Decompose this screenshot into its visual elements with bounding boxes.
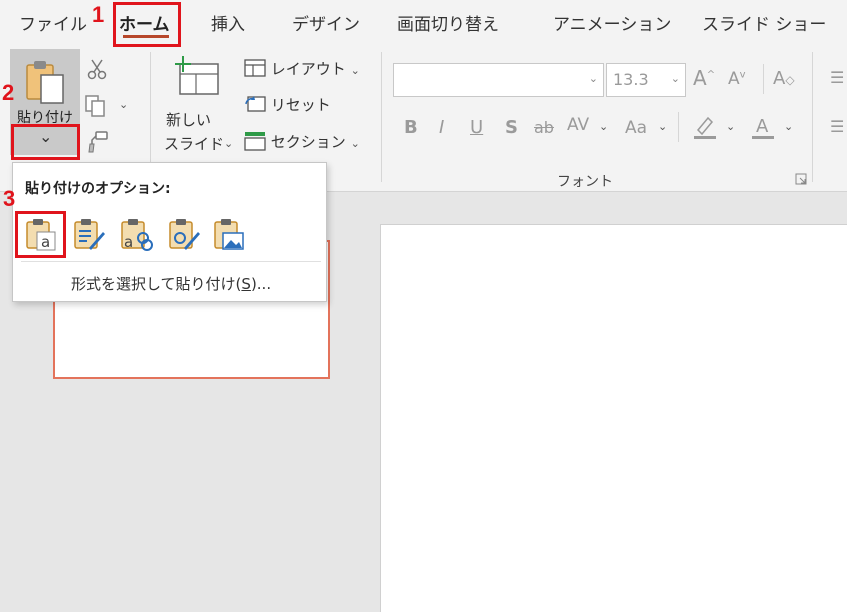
tab-slide-show[interactable]: スライド ショー xyxy=(702,10,826,35)
section-chevron-down-icon: ⌄ xyxy=(350,137,360,150)
font-divider xyxy=(763,64,764,94)
step2-highlight-box xyxy=(11,124,80,160)
shadow-button[interactable]: S xyxy=(505,117,518,138)
underline-button[interactable]: U xyxy=(470,117,483,138)
change-case-chevron-down-icon[interactable]: ⌄ xyxy=(658,120,667,133)
paste-keep-source-formatting-icon[interactable] xyxy=(71,216,107,252)
character-spacing-button[interactable]: AV xyxy=(567,115,589,135)
tab-transitions[interactable]: 画面切り替え xyxy=(397,10,499,35)
font-size-value: 13.3 xyxy=(613,70,649,89)
dialog-launcher-icon[interactable] xyxy=(795,173,807,185)
step3-number: 3 xyxy=(3,186,16,211)
section-button[interactable]: セクション ⌄ xyxy=(244,131,360,152)
decrease-font-size-icon[interactable]: Av xyxy=(728,69,746,89)
reset-label: リセット xyxy=(270,96,331,114)
font-size-combobox[interactable]: 13.3 ⌄ xyxy=(606,63,686,97)
tab-insert[interactable]: 挿入 xyxy=(211,10,245,35)
section-icon xyxy=(244,132,266,151)
layout-icon xyxy=(244,59,266,77)
paste-special-label: 形式を選択して貼り付け( xyxy=(71,275,242,293)
reset-button[interactable]: リセット xyxy=(244,94,331,115)
tab-animations[interactable]: アニメーション xyxy=(553,10,671,35)
font-color-chevron-down-icon[interactable]: ⌄ xyxy=(784,120,793,133)
group-separator xyxy=(812,52,813,182)
menu-divider xyxy=(21,261,321,262)
step1-number: 1 xyxy=(92,2,105,27)
bold-button[interactable]: B xyxy=(404,117,418,138)
group-separator xyxy=(381,52,382,182)
new-slide-label-line1: 新しい xyxy=(166,111,212,129)
font-name-combobox[interactable]: ⌄ xyxy=(393,63,604,97)
slide-editing-canvas[interactable] xyxy=(380,224,847,612)
format-painter-icon[interactable] xyxy=(86,130,110,154)
svg-text:a: a xyxy=(124,233,133,251)
increase-font-size-icon[interactable]: A^ xyxy=(693,66,715,90)
change-case-button[interactable]: Aa xyxy=(625,118,647,138)
font-name-chevron-down-icon: ⌄ xyxy=(588,72,598,85)
svg-text:A: A xyxy=(756,116,769,137)
clear-formatting-icon[interactable]: A◇ xyxy=(773,68,795,89)
layout-label: レイアウト xyxy=(270,60,346,78)
strikethrough-button[interactable]: ab xyxy=(534,118,554,137)
paste-button[interactable]: 貼り付け xyxy=(10,49,80,126)
new-slide-button[interactable]: 新しい スライド ⌄ xyxy=(160,50,240,160)
character-spacing-chevron-down-icon[interactable]: ⌄ xyxy=(599,120,608,133)
new-slide-chevron-down-icon: ⌄ xyxy=(224,137,234,150)
clipboard-paste-icon xyxy=(26,61,64,104)
copy-chevron-down-icon[interactable]: ⌄ xyxy=(119,98,128,111)
font-group-label: フォント xyxy=(557,174,613,190)
copy-icon[interactable] xyxy=(84,94,110,118)
tab-design[interactable]: デザイン xyxy=(292,10,360,35)
step1-highlight-box xyxy=(113,2,181,47)
step3-highlight-box xyxy=(15,211,66,258)
section-label: セクション xyxy=(270,133,346,151)
cut-icon[interactable] xyxy=(86,58,108,80)
paste-as-picture-icon[interactable] xyxy=(211,216,247,252)
font-color-icon[interactable]: A xyxy=(750,114,778,140)
paste-embed-icon[interactable]: a xyxy=(118,216,154,252)
paste-options-title: 貼り付けのオプション: xyxy=(25,181,171,197)
highlight-color-icon[interactable] xyxy=(692,114,720,140)
layout-chevron-down-icon: ⌄ xyxy=(350,64,360,77)
step2-number: 2 xyxy=(2,80,15,105)
align-left-icon[interactable]: ☰ xyxy=(830,117,844,136)
paste-special-accelerator-key: S xyxy=(241,275,251,293)
bullets-icon[interactable]: ☰ xyxy=(830,68,844,87)
highlight-chevron-down-icon[interactable]: ⌄ xyxy=(726,120,735,133)
italic-button[interactable]: I xyxy=(439,117,444,138)
font-divider xyxy=(678,112,679,142)
tab-file[interactable]: ファイル xyxy=(19,10,87,35)
font-size-chevron-down-icon: ⌄ xyxy=(670,72,680,85)
new-slide-label-line2: スライド xyxy=(164,135,225,153)
paste-special-suffix: )... xyxy=(250,275,272,293)
layout-button[interactable]: レイアウト ⌄ xyxy=(244,58,360,79)
paste-special-menu-item[interactable]: 形式を選択して貼り付け(S)... xyxy=(71,273,271,294)
paste-keep-source-formatting-alt-icon[interactable] xyxy=(166,216,202,252)
reset-icon xyxy=(245,96,266,112)
new-slide-icon xyxy=(175,56,219,95)
